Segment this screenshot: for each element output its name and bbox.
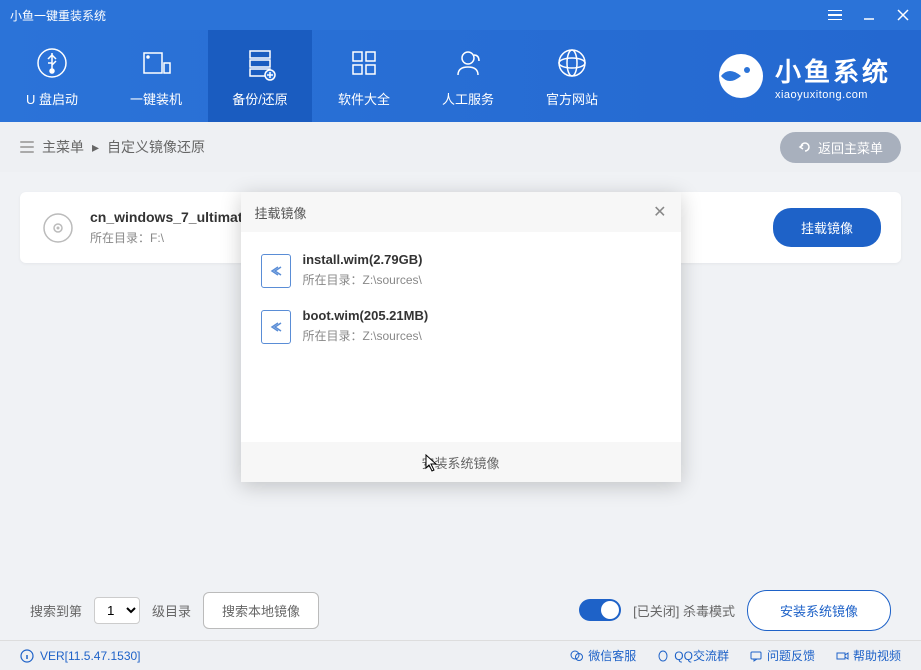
- window-title: 小鱼一键重装系统: [10, 7, 106, 24]
- mount-dialog: 挂载镜像 ✕ install.wim(2.79GB) 所在目录：Z:\sourc…: [241, 192, 681, 482]
- grid-icon: [346, 45, 382, 81]
- navbar: U 盘启动 一键装机 备份/还原 软件大全 人工服务 官方网站 小鱼系统: [0, 30, 921, 122]
- minimize-button[interactable]: [861, 7, 877, 23]
- close-icon[interactable]: ✕: [653, 202, 666, 222]
- wim-name: install.wim(2.79GB): [303, 252, 423, 267]
- nav-label: 备份/还原: [232, 89, 288, 108]
- usb-icon: [34, 45, 70, 81]
- modal-overlay: 挂载镜像 ✕ install.wim(2.79GB) 所在目录：Z:\sourc…: [0, 122, 921, 670]
- wim-path: 所在目录：Z:\sources\: [303, 327, 429, 344]
- nav-one-click-install[interactable]: 一键装机: [104, 30, 208, 122]
- nav-usb-boot[interactable]: U 盘启动: [0, 30, 104, 122]
- logo-main-text: 小鱼系统: [775, 52, 891, 89]
- logo: 小鱼系统 xiaoyuxitong.com: [717, 52, 921, 101]
- nav-software[interactable]: 软件大全: [312, 30, 416, 122]
- cursor-icon: [425, 454, 439, 472]
- wim-path: 所在目录：Z:\sources\: [303, 271, 423, 288]
- modal-header: 挂载镜像 ✕: [241, 192, 681, 232]
- titlebar: 小鱼一键重装系统: [0, 0, 921, 30]
- window-controls: [827, 7, 911, 23]
- wim-name: boot.wim(205.21MB): [303, 308, 429, 323]
- nav-label: 一键装机: [130, 89, 182, 108]
- wim-file-icon: [261, 254, 291, 288]
- nav-label: 软件大全: [338, 89, 390, 108]
- nav-label: 官方网站: [546, 89, 598, 108]
- modal-body: install.wim(2.79GB) 所在目录：Z:\sources\ boo…: [241, 232, 681, 442]
- menu-icon[interactable]: [827, 7, 843, 23]
- modal-title: 挂载镜像: [255, 203, 307, 222]
- server-icon: [242, 45, 278, 81]
- nav-label: U 盘启动: [26, 89, 78, 108]
- nav-website[interactable]: 官方网站: [520, 30, 624, 122]
- logo-sub-text: xiaoyuxitong.com: [775, 89, 891, 101]
- nav-backup-restore[interactable]: 备份/还原: [208, 30, 312, 122]
- nav-support[interactable]: 人工服务: [416, 30, 520, 122]
- wim-item[interactable]: install.wim(2.79GB) 所在目录：Z:\sources\: [241, 242, 681, 298]
- fish-icon: [717, 52, 765, 100]
- modal-install-button[interactable]: 安装系统镜像: [241, 442, 681, 482]
- close-button[interactable]: [895, 7, 911, 23]
- computer-icon: [138, 45, 174, 81]
- wim-item[interactable]: boot.wim(205.21MB) 所在目录：Z:\sources\: [241, 298, 681, 354]
- nav-label: 人工服务: [442, 89, 494, 108]
- globe-icon: [554, 45, 590, 81]
- headset-icon: [450, 45, 486, 81]
- wim-file-icon: [261, 310, 291, 344]
